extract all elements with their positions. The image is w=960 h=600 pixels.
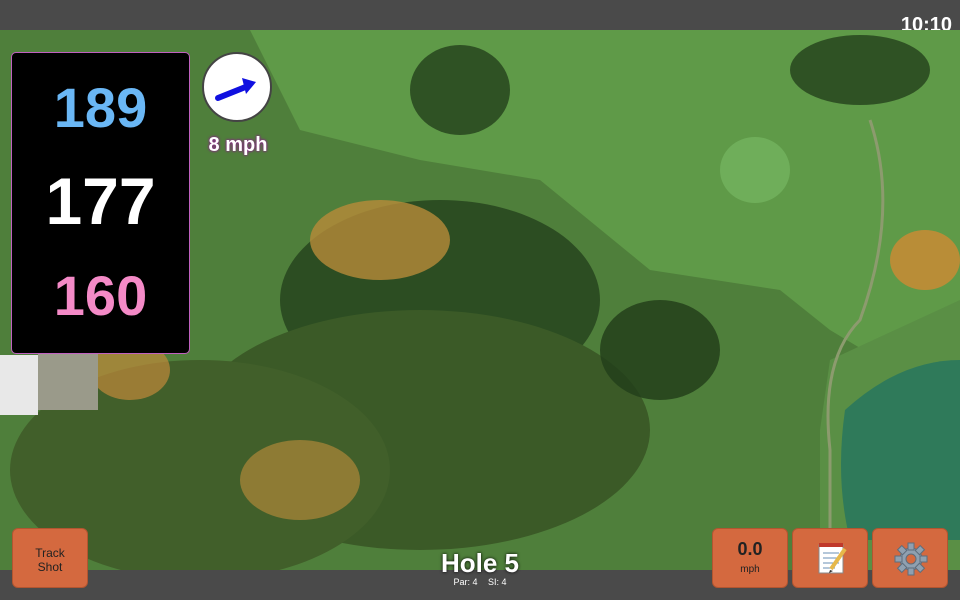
back-distance: 189 — [53, 76, 148, 139]
speed-button[interactable]: 0.0 mph — [712, 528, 788, 588]
top-bar: 10:10 — [0, 0, 960, 36]
distance-panel: 189 177 160 — [11, 52, 190, 354]
track-shot-label-line1: Track — [35, 546, 65, 560]
wind-indicator — [202, 52, 272, 122]
hole-par: Par: 4 — [453, 577, 478, 587]
wind-speed: 8 mph — [208, 134, 268, 156]
track-shot-button[interactable]: Track Shot — [12, 528, 88, 588]
wind-arrow-icon — [215, 78, 256, 101]
hole-title: Hole 5 — [440, 548, 520, 578]
gear-icon — [894, 542, 928, 576]
speed-value: 0.0 — [737, 539, 763, 559]
notes-button[interactable] — [792, 528, 868, 588]
notepad-icon — [818, 543, 847, 574]
satellite-map[interactable]: 189 177 160 8 mph — [0, 30, 960, 570]
speed-unit: mph — [740, 564, 760, 575]
hole-si: SI: 4 — [488, 577, 507, 587]
track-shot-label-line2: Shot — [37, 560, 63, 574]
hole-info: Par: 4 SI: 4 — [380, 577, 580, 587]
center-distance: 177 — [45, 164, 156, 238]
settings-button[interactable] — [872, 528, 948, 588]
front-distance: 160 — [53, 264, 148, 327]
